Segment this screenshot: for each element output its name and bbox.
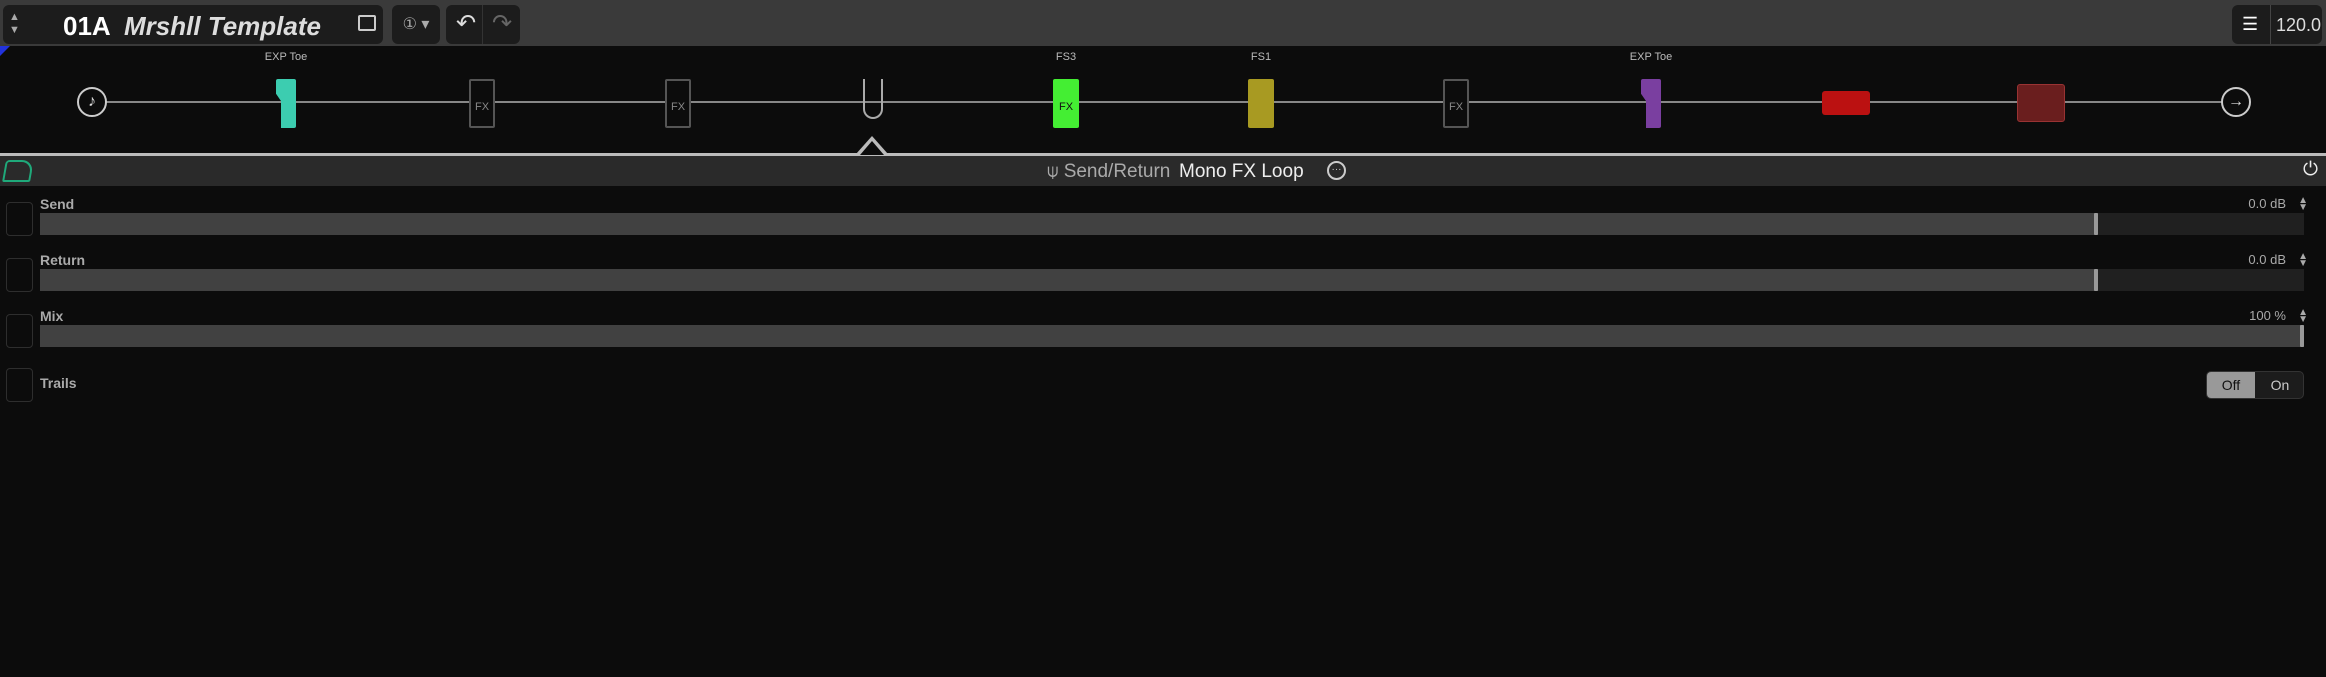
send-return-block[interactable]: [863, 79, 883, 119]
preset-number: 01A: [63, 11, 111, 41]
category-label: Send/Return: [1063, 161, 1171, 182]
controller-slot[interactable]: [6, 258, 33, 292]
save-icon[interactable]: [358, 15, 376, 31]
empty-block[interactable]: FX: [1443, 79, 1469, 128]
slider-fill: [40, 269, 2098, 291]
trails-off-button[interactable]: Off: [2207, 372, 2255, 398]
slider-fill: [40, 325, 2304, 347]
spinner-icon[interactable]: ▲ ▼: [2298, 308, 2308, 325]
cab-block[interactable]: [2017, 84, 2065, 122]
undo-icon[interactable]: ↶: [456, 9, 476, 38]
redo-icon[interactable]: ↷: [492, 9, 512, 38]
slider-thumb[interactable]: [2300, 325, 2304, 347]
trails-label: Trails: [40, 375, 77, 391]
tempo-group: ☰ 120.0: [2232, 5, 2322, 44]
param-value[interactable]: 100 %: [2249, 308, 2286, 323]
top-toolbar: ▲ ▼ 01A Mrshll Template ① ▾ ↶ ↷ ☰ 120.0: [0, 0, 2326, 46]
more-options-icon[interactable]: ···: [1327, 161, 1346, 180]
trails-on-button[interactable]: On: [2256, 372, 2303, 398]
param-slider[interactable]: [40, 269, 2304, 291]
param-value[interactable]: 0.0 dB: [2248, 252, 2286, 267]
slider-thumb[interactable]: [2093, 213, 2098, 235]
spinner-icon[interactable]: ▲ ▼: [2298, 252, 2308, 269]
param-label: Send: [40, 196, 75, 212]
block-category[interactable]: ⍦ Send/Return: [1047, 161, 1170, 183]
spinner-icon[interactable]: ▲ ▼: [2298, 196, 2308, 213]
param-slider[interactable]: [40, 213, 2304, 235]
snapshot-button[interactable]: ① ▾: [392, 5, 440, 44]
send-return-icon: ⍦: [1047, 161, 1064, 182]
param-value[interactable]: 0.0 dB: [2248, 196, 2286, 211]
controller-slot[interactable]: [6, 314, 33, 348]
input-block[interactable]: ♪: [77, 87, 107, 117]
distortion-block[interactable]: FX: [1053, 79, 1079, 128]
preset-name[interactable]: Mrshll Template: [124, 11, 321, 42]
slider-thumb[interactable]: [2093, 269, 2098, 291]
expression-pedal-block[interactable]: [1641, 79, 1661, 128]
trails-toggle[interactable]: Off On: [2206, 371, 2304, 399]
param-label: Mix: [40, 308, 64, 324]
slider-fill: [40, 213, 2098, 235]
power-icon[interactable]: ⏻: [2303, 159, 2318, 181]
block-model[interactable]: Mono FX Loop: [1179, 161, 1304, 183]
empty-block[interactable]: FX: [469, 79, 495, 128]
block-assignment-label: EXP Toe: [264, 51, 308, 63]
list-icon[interactable]: ☰: [2242, 14, 2258, 35]
block-header: ⍦ Send/Return Mono FX Loop ··· ⏻: [0, 156, 2326, 186]
preset-selector[interactable]: ▲ ▼ 01A Mrshll Template: [3, 5, 383, 44]
signal-wire: [92, 101, 2236, 103]
block-assignment-label: EXP Toe: [1629, 51, 1673, 63]
tempo-value[interactable]: 120.0: [2276, 15, 2321, 36]
param-slider[interactable]: [40, 325, 2304, 347]
divider: [482, 5, 483, 44]
trails-controller-slot[interactable]: [6, 368, 33, 402]
preset-up-down-icon[interactable]: ▲ ▼: [9, 11, 20, 37]
output-block[interactable]: →: [2221, 87, 2251, 117]
undo-redo-group: ↶ ↷: [446, 5, 520, 44]
amp-block[interactable]: [1822, 91, 1870, 115]
empty-block[interactable]: FX: [665, 79, 691, 128]
block-assignment-label: FS3: [1055, 51, 1077, 63]
block-assignment-label: FS1: [1250, 51, 1272, 63]
eq-block[interactable]: [1248, 79, 1274, 128]
controller-slot[interactable]: [6, 202, 33, 236]
param-label: Return: [40, 252, 86, 268]
expression-pedal-block[interactable]: [276, 79, 296, 128]
camera-icon: ①: [402, 16, 417, 33]
block-category-icon: [2, 160, 34, 182]
corner-indicator: [0, 46, 10, 56]
selected-pointer-inner: [860, 141, 884, 155]
